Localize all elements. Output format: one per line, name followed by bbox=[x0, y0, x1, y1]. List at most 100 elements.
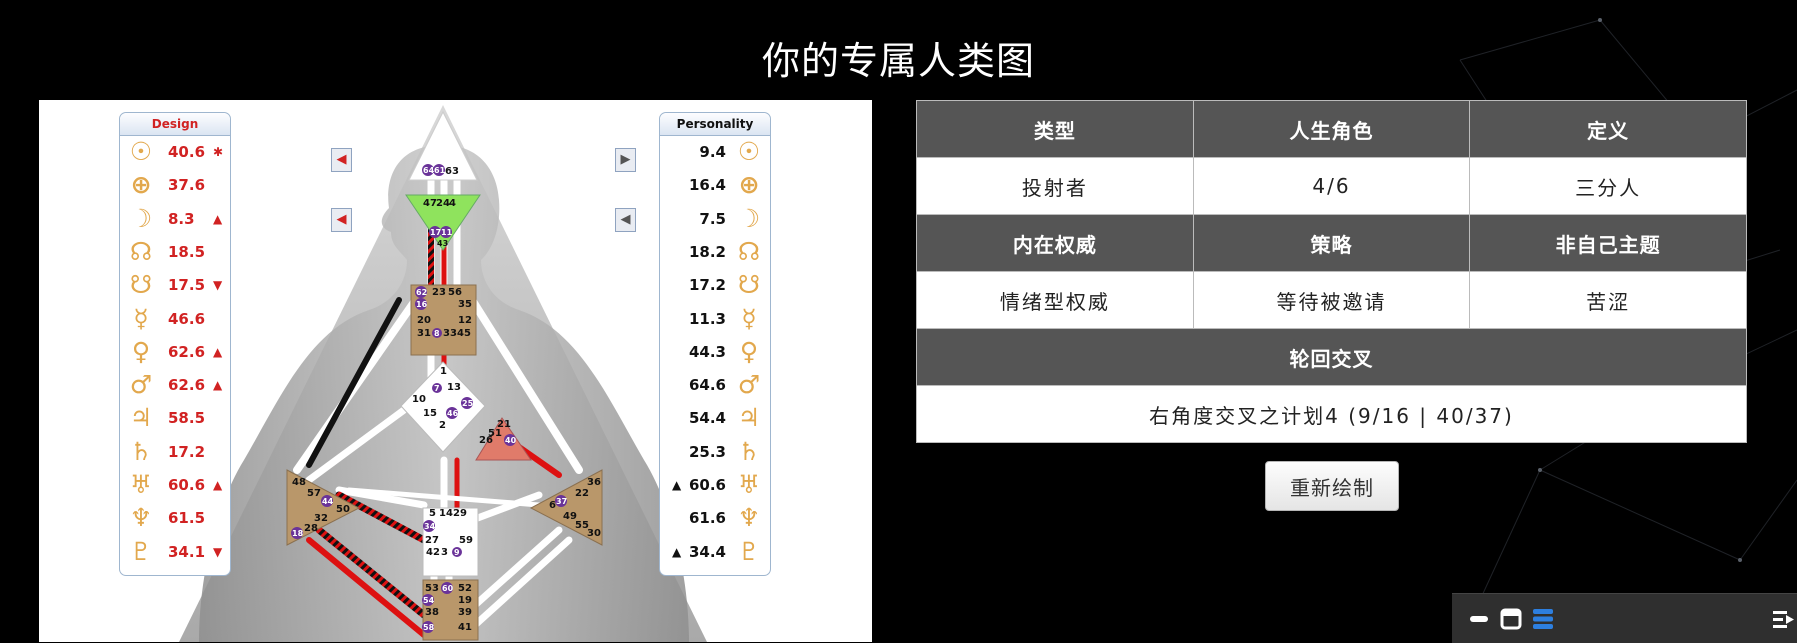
svg-text:60: 60 bbox=[442, 584, 454, 593]
moon-icon: ☽ bbox=[737, 203, 761, 233]
svg-text:4: 4 bbox=[449, 198, 456, 209]
design-exaltation-mark: ▼ bbox=[213, 278, 223, 293]
personality-planet-row: ♄ 25.3 bbox=[660, 436, 770, 466]
svg-text:28: 28 bbox=[304, 523, 318, 534]
design-prev-button[interactable]: ◀ bbox=[331, 148, 352, 172]
svg-text:20: 20 bbox=[417, 315, 431, 326]
personality-planet-row: ♆ 61.6 bbox=[660, 504, 770, 532]
personality-next-button[interactable]: ▶ bbox=[615, 148, 636, 172]
profile-header: 人生角色 bbox=[1192, 100, 1471, 158]
personality-gate-value: 64.6 bbox=[688, 376, 726, 395]
window-dock bbox=[1452, 593, 1797, 643]
header-row-2: 内在权威 策略 非自己主题 bbox=[916, 214, 1747, 272]
svg-text:33: 33 bbox=[443, 328, 457, 339]
personality-planet-row: ☉ 9.4 bbox=[660, 138, 770, 166]
svg-text:25: 25 bbox=[462, 399, 474, 408]
svg-text:19: 19 bbox=[458, 595, 472, 606]
earth-icon: ⊕ bbox=[738, 170, 760, 200]
svg-text:63: 63 bbox=[445, 166, 459, 177]
svg-text:52: 52 bbox=[458, 583, 472, 594]
redraw-button[interactable]: 重新绘制 bbox=[1265, 461, 1399, 511]
layers-icon[interactable] bbox=[1532, 608, 1554, 630]
svg-text:23: 23 bbox=[432, 287, 446, 298]
personality-gate-value: 17.2 bbox=[688, 276, 726, 295]
design-gate-value: 8.3 bbox=[168, 209, 195, 228]
svg-text:38: 38 bbox=[425, 607, 439, 618]
authority-value: 情绪型权威 bbox=[916, 271, 1194, 329]
personality-planet-row: ♇ 34.4 ▲ bbox=[660, 537, 770, 566]
svg-text:34: 34 bbox=[424, 522, 436, 531]
svg-text:61: 61 bbox=[434, 166, 446, 175]
personality-gate-value: 25.3 bbox=[688, 442, 726, 461]
svg-text:53: 53 bbox=[425, 583, 439, 594]
personality-planet-row: ♀ 44.3 bbox=[660, 336, 770, 366]
svg-text:42: 42 bbox=[426, 547, 440, 558]
chart-info-table: 类型 人生角色 定义 投射者 4/6 三分人 内在权威 策略 非自己主题 情绪型… bbox=[916, 100, 1747, 443]
svg-text:59: 59 bbox=[459, 535, 473, 546]
header-row-1: 类型 人生角色 定义 bbox=[916, 100, 1747, 158]
personality-exaltation-mark: ▲ bbox=[672, 544, 682, 559]
mars-icon: ♂ bbox=[129, 370, 153, 400]
design-gate-value: 17.5 bbox=[168, 276, 206, 295]
saturn-icon: ♄ bbox=[737, 436, 761, 466]
design-planet-row: ♀ 62.6 ▲ bbox=[120, 337, 230, 366]
svg-text:41: 41 bbox=[458, 622, 472, 633]
design-planet-row: ♄ 17.2 bbox=[120, 436, 230, 466]
design-planet-row: ♆ 61.5 bbox=[120, 504, 230, 532]
sun-icon: ☉ bbox=[129, 137, 153, 166]
design-gate-value: 58.5 bbox=[168, 409, 206, 428]
not-self-value: 苦涩 bbox=[1469, 271, 1747, 329]
saturn-icon: ♄ bbox=[129, 436, 153, 466]
design-gate-value: 46.6 bbox=[168, 309, 206, 328]
personality-gate-value: 34.4 bbox=[688, 542, 726, 561]
design-planet-row: ☿ 46.6 bbox=[120, 304, 230, 333]
definition-header: 定义 bbox=[1469, 100, 1747, 158]
personality-gate-value: 18.2 bbox=[688, 242, 726, 261]
personality-planet-row: ☿ 11.3 bbox=[660, 304, 770, 333]
not-self-header: 非自己主题 bbox=[1469, 214, 1747, 272]
uranus-icon: ♅ bbox=[737, 470, 761, 499]
svg-text:48: 48 bbox=[292, 477, 306, 488]
svg-text:10: 10 bbox=[412, 394, 426, 405]
incarnation-cross-value: 右角度交叉之计划4 (9/16 | 40/37) bbox=[916, 385, 1747, 443]
svg-text:47: 47 bbox=[423, 198, 437, 209]
personality-gate-value: 54.4 bbox=[688, 409, 726, 428]
value-row-1: 投射者 4/6 三分人 bbox=[916, 157, 1747, 215]
svg-text:2: 2 bbox=[439, 420, 446, 431]
svg-text:13: 13 bbox=[447, 382, 461, 393]
incarnation-cross-header: 轮回交叉 bbox=[916, 328, 1747, 386]
svg-text:8: 8 bbox=[434, 329, 440, 338]
strategy-header: 策略 bbox=[1192, 214, 1471, 272]
window-icon[interactable] bbox=[1500, 608, 1522, 630]
cross-value-row: 右角度交叉之计划4 (9/16 | 40/37) bbox=[916, 385, 1747, 443]
svg-text:27: 27 bbox=[425, 535, 439, 546]
svg-text:39: 39 bbox=[458, 607, 472, 618]
svg-text:17: 17 bbox=[430, 228, 441, 237]
profile-value: 4/6 bbox=[1192, 157, 1471, 215]
neptune-icon: ♆ bbox=[129, 503, 153, 533]
svg-text:56: 56 bbox=[448, 287, 462, 298]
north-node-icon: ☊ bbox=[737, 236, 761, 266]
design-gate-value: 62.6 bbox=[168, 376, 206, 395]
minimize-icon[interactable] bbox=[1468, 608, 1490, 630]
personality-planet-row: ♃ 54.4 bbox=[660, 404, 770, 432]
personality-gate-value: 11.3 bbox=[688, 309, 726, 328]
venus-icon: ♀ bbox=[739, 336, 759, 366]
svg-text:62: 62 bbox=[416, 288, 427, 297]
expand-icon[interactable] bbox=[1772, 608, 1794, 630]
personality-planet-row: ☋ 17.2 bbox=[660, 271, 770, 299]
svg-text:30: 30 bbox=[587, 528, 601, 539]
personality-prev-button[interactable]: ◀ bbox=[615, 208, 636, 232]
personality-planet-row: ☽ 7.5 bbox=[660, 203, 770, 233]
south-node-icon: ☋ bbox=[129, 270, 153, 300]
svg-text:11: 11 bbox=[441, 228, 453, 237]
design-planet-row: ⊕ 37.6 bbox=[120, 171, 230, 199]
design-exaltation-mark: ▲ bbox=[213, 211, 223, 226]
type-value: 投射者 bbox=[916, 157, 1194, 215]
north-node-icon: ☊ bbox=[129, 236, 153, 266]
design-gate-value: 60.6 bbox=[168, 476, 206, 494]
design-next-button[interactable]: ◀ bbox=[331, 208, 352, 232]
design-planet-row: ♂ 62.6 ▲ bbox=[120, 371, 230, 399]
svg-text:12: 12 bbox=[458, 315, 472, 326]
svg-text:15: 15 bbox=[423, 408, 437, 419]
